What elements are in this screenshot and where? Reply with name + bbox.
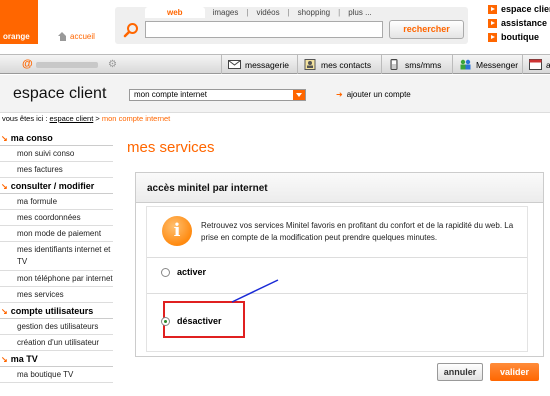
divider (147, 257, 527, 258)
activer-radio[interactable] (161, 268, 170, 277)
sidebar-item-gestion-utilisateurs[interactable]: gestion des utilisateurs (0, 319, 113, 335)
nav-label: ag (546, 59, 550, 70)
espace-client-title: espace client (13, 85, 107, 102)
cancel-button[interactable]: annuler (437, 363, 483, 381)
add-account-link[interactable]: ➜ ajouter un compte (336, 90, 411, 99)
arrow-icon: ↘ (1, 355, 8, 364)
sidebar-item-mode-paiement[interactable]: mon mode de paiement (0, 226, 113, 242)
add-account-label: ajouter un compte (346, 90, 411, 99)
espace-client-bar: espace client mon compte internet ➜ ajou… (0, 75, 550, 113)
search-tab-images[interactable]: images (205, 7, 247, 18)
panel-title: accès minitel par internet (147, 183, 268, 194)
nav-sms-mms[interactable]: sms/mms (381, 55, 441, 74)
top-link-boutique[interactable]: boutique (488, 30, 550, 44)
sidebar-item-creation-utilisateur[interactable]: création d'un utilisateur (0, 335, 113, 351)
sidebar-item-telephone[interactable]: mon téléphone par internet (0, 271, 113, 287)
nav-agenda[interactable]: ag (522, 55, 550, 74)
sidebar-item-services[interactable]: mes services (0, 287, 113, 303)
search-zone: web images | vidéos | shopping | plus ..… (115, 7, 468, 44)
top-header: orange accueil web images | vidéos | sho… (0, 0, 550, 54)
search-input[interactable] (145, 21, 383, 38)
sidebar: ↘ ma conso mon suivi conso mes factures ↘… (0, 130, 113, 383)
nav-label: Messenger (476, 59, 519, 70)
desactiver-radio[interactable] (161, 317, 170, 326)
breadcrumb-separator: > (95, 114, 100, 123)
service-panel: accès minitel par internet i Retrouvez v… (135, 172, 544, 357)
page-title: mes services (127, 139, 215, 156)
orange-logo[interactable]: orange (0, 0, 38, 44)
arrow-icon (488, 32, 497, 42)
sidebar-section-ma-conso[interactable]: ↘ ma conso (0, 130, 113, 146)
info-icon: i (162, 216, 192, 246)
arrow-icon: ↘ (1, 307, 8, 316)
top-link-label: boutique (501, 32, 539, 42)
sidebar-item-suivi-conso[interactable]: mon suivi conso (0, 146, 113, 162)
nav-mes-contacts[interactable]: mes contacts (297, 55, 371, 74)
activer-label[interactable]: activer (177, 267, 206, 277)
sms-icon (390, 59, 398, 70)
panel-header: accès minitel par internet (136, 173, 543, 203)
nav-label: messagerie (245, 59, 289, 70)
validate-button[interactable]: valider (490, 363, 539, 381)
logo-text: orange (3, 32, 30, 41)
home-link[interactable]: accueil (58, 32, 95, 41)
breadcrumb: vous êtes ici : espace client > mon comp… (2, 114, 170, 123)
messenger-icon (460, 59, 471, 70)
arrow-icon (488, 18, 497, 28)
top-link-label: assistance (501, 18, 548, 28)
sidebar-section-ma-tv[interactable]: ↘ ma TV (0, 351, 113, 367)
sidebar-section-compte-utilisateurs[interactable]: ↘ compte utilisateurs (0, 303, 113, 319)
sidebar-section-title: ma TV (10, 354, 38, 364)
nav-bar: @ ⚙ messagerie mes contacts sms/mms Mess… (0, 54, 550, 74)
search-icon (123, 23, 138, 38)
nav-label: mes contacts (321, 59, 372, 70)
sidebar-item-identifiants[interactable]: mes identifiants internet et TV (0, 242, 113, 271)
arrow-icon: ↘ (1, 182, 8, 191)
user-name-hidden (36, 62, 98, 68)
info-text: Retrouvez vos services Minitel favoris e… (201, 221, 514, 242)
panel-body: i Retrouvez vos services Minitel favoris… (146, 206, 528, 352)
top-link-label: espace client (501, 4, 550, 14)
chevron-down-icon (293, 90, 305, 100)
home-label: accueil (70, 32, 95, 41)
search-tab-more[interactable]: plus ... (340, 7, 380, 18)
sidebar-section-consulter-modifier[interactable]: ↘ consulter / modifier (0, 178, 113, 194)
sidebar-section-title: compte utilisateurs (10, 306, 94, 316)
search-tabs: web images | vidéos | shopping | plus ..… (145, 7, 380, 18)
top-links: espace client assistance boutique (488, 2, 550, 44)
divider (147, 293, 527, 294)
arrow-icon: ↘ (1, 134, 8, 143)
sidebar-section-title: ma conso (10, 133, 53, 143)
sidebar-section-title: consulter / modifier (10, 181, 95, 191)
user-zone[interactable]: @ ⚙ (22, 58, 117, 71)
contacts-icon (304, 59, 316, 70)
arrow-icon (488, 4, 497, 14)
nav-label: sms/mms (405, 59, 442, 70)
account-select[interactable]: mon compte internet (129, 89, 306, 101)
settings-icon: ⚙ (108, 59, 117, 70)
envelope-icon (228, 60, 241, 69)
top-link-espace-client[interactable]: espace client (488, 2, 550, 16)
search-tab-shopping[interactable]: shopping (290, 7, 338, 18)
house-icon (58, 32, 67, 41)
sidebar-item-formule[interactable]: ma formule (0, 194, 113, 210)
calendar-icon (529, 59, 542, 70)
nav-messagerie[interactable]: messagerie (221, 55, 289, 74)
desactiver-label[interactable]: désactiver (177, 316, 222, 326)
arrow-icon: ➜ (336, 90, 343, 99)
search-tab-web[interactable]: web (145, 7, 205, 18)
search-tab-videos[interactable]: vidéos (248, 7, 287, 18)
sidebar-item-coordonnees[interactable]: mes coordonnées (0, 210, 113, 226)
breadcrumb-prefix: vous êtes ici : (2, 114, 48, 123)
search-button[interactable]: rechercher (389, 20, 464, 39)
at-icon: @ (22, 58, 33, 70)
breadcrumb-link[interactable]: espace client (50, 114, 94, 123)
sidebar-item-boutique-tv[interactable]: ma boutique TV (0, 367, 113, 383)
account-select-value: mon compte internet (134, 90, 207, 99)
sidebar-item-factures[interactable]: mes factures (0, 162, 113, 178)
nav-messenger[interactable]: Messenger (452, 55, 518, 74)
breadcrumb-current: mon compte internet (101, 114, 171, 123)
top-link-assistance[interactable]: assistance (488, 16, 550, 30)
